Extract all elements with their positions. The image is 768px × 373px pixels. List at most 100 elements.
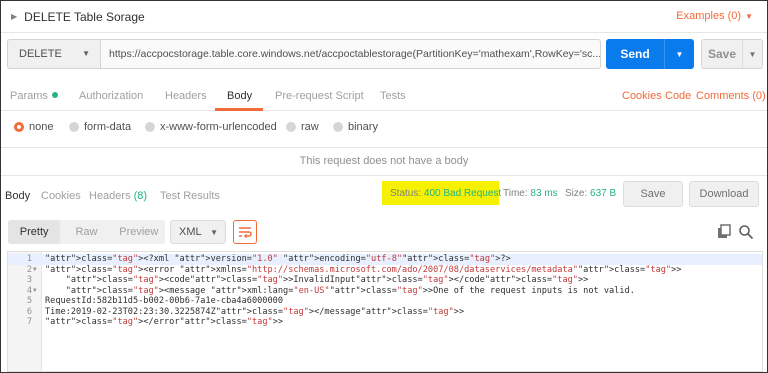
send-label: Send <box>620 47 650 61</box>
code-line: 4 ▼ "attr">class="tag"><message "attr">xm… <box>8 286 762 297</box>
tab-params[interactable]: Params <box>10 90 58 102</box>
code-text: RequestId:582b11d5-b002-00b6-7a1e-cba4a6… <box>45 296 283 306</box>
line-number: 6 <box>26 306 32 317</box>
tab-headers[interactable]: Headers <box>165 90 207 102</box>
radio-unselected-icon <box>286 122 296 132</box>
code-line: 2 ▼ "attr">class="tag"><error "attr">xmlns… <box>8 265 762 276</box>
code-line: 3 "attr">class="tag"><code"attr">class="… <box>8 275 762 286</box>
method-select[interactable]: DELETE ▼ <box>7 39 101 69</box>
response-tab-cookies[interactable]: Cookies <box>41 190 81 202</box>
radio-form-data[interactable]: form-data <box>69 121 131 133</box>
postman-window: ▶ DELETE Table Sorage Examples (0) ▼ DELE… <box>0 0 768 373</box>
code-link[interactable]: Code <box>665 90 691 102</box>
time-label: Time: <box>503 188 528 199</box>
divider <box>1 175 767 176</box>
wrap-lines-button[interactable] <box>233 220 257 244</box>
chevron-down-icon: ▼ <box>745 12 753 21</box>
download-button[interactable]: Download <box>689 181 759 207</box>
radio-urlencoded[interactable]: x-www-form-urlencoded <box>145 121 277 133</box>
view-preview[interactable]: Preview <box>113 220 165 244</box>
tab-prerequest-script[interactable]: Pre-request Script <box>275 90 364 102</box>
fold-toggle-icon[interactable]: ▼ <box>33 265 37 276</box>
chevron-down-icon: ▼ <box>82 49 90 58</box>
code-line: 5 RequestId:582b11d5-b002-00b6-7a1e-cba4a… <box>8 296 762 307</box>
response-tab-headers-label: Headers <box>89 190 131 202</box>
size-value: 637 B <box>590 188 617 199</box>
format-select[interactable]: XML ▼ <box>170 220 226 244</box>
search-icon[interactable] <box>738 224 754 240</box>
response-tab-test-results[interactable]: Test Results <box>160 190 220 202</box>
send-button[interactable]: Send ▼ <box>606 39 694 69</box>
radio-unselected-icon <box>333 122 343 132</box>
radio-form-data-label: form-data <box>84 121 132 133</box>
divider <box>1 147 767 148</box>
code-text: "attr">class="tag"><error "attr">xmlns="… <box>45 264 682 275</box>
response-toolbar: Pretty Raw Preview XML ▼ <box>1 217 767 245</box>
radio-raw-label: raw <box>301 121 319 133</box>
tab-authorization[interactable]: Authorization <box>79 90 143 102</box>
radio-unselected-icon <box>69 122 79 132</box>
save-request-button[interactable]: Save ▼ <box>701 39 763 69</box>
format-value: XML <box>179 226 202 238</box>
comments-link[interactable]: Comments (0) <box>696 90 766 102</box>
examples-dropdown[interactable]: Examples (0) ▼ <box>676 10 753 22</box>
view-mode-segmented-control: Pretty Raw Preview <box>8 220 165 244</box>
radio-binary[interactable]: binary <box>333 121 378 133</box>
radio-none-label: none <box>29 121 54 133</box>
copy-icon[interactable] <box>716 224 732 240</box>
save-options-chevron-icon[interactable]: ▼ <box>743 50 762 59</box>
body-type-radio-group: none form-data x-www-form-urlencoded raw… <box>1 115 767 139</box>
line-number: 1 <box>26 254 32 264</box>
radio-unselected-icon <box>145 122 155 132</box>
view-pretty[interactable]: Pretty <box>8 220 61 244</box>
params-indicator-dot <box>51 92 58 98</box>
code-text: "attr">class="tag"><?xml "attr">version=… <box>45 254 511 264</box>
fold-toggle-icon[interactable]: ▼ <box>33 286 37 297</box>
chevron-down-icon: ▼ <box>210 228 218 237</box>
view-raw[interactable]: Raw <box>60 220 112 244</box>
code-text: "attr">class="tag"></error"attr">class="… <box>45 317 284 327</box>
radio-selected-icon <box>14 122 24 132</box>
size-label: Size: <box>565 188 588 199</box>
tab-params-label: Params <box>10 90 48 102</box>
code-line: 7 "attr">class="tag"></error"attr">class=… <box>8 317 762 328</box>
status-label: Status: <box>390 188 422 199</box>
url-input[interactable]: https://accpocstorage.table.core.windows… <box>101 39 601 69</box>
code-lines: 1 "attr">class="tag"><?xml "attr">version… <box>8 254 762 328</box>
request-title[interactable]: DELETE Table Sorage <box>24 10 145 24</box>
cookies-link[interactable]: Cookies <box>622 90 662 102</box>
time-readout: Time: 83 ms <box>503 188 558 199</box>
radio-raw[interactable]: raw <box>286 121 319 133</box>
code-text: "attr">class="tag"><code"attr">class="ta… <box>65 275 589 285</box>
tab-tests[interactable]: Tests <box>380 90 406 102</box>
headers-count: (8) <box>133 190 148 202</box>
line-number: 4 <box>26 285 32 296</box>
no-body-message: This request does not have a body <box>299 155 469 167</box>
response-body-editor[interactable]: 1 "attr">class="tag"><?xml "attr">version… <box>7 251 763 372</box>
save-response-button[interactable]: Save <box>623 181 683 207</box>
code-line: 6 Time:2019-02-23T02:23:30.3225874Z"attr"… <box>8 307 762 318</box>
status-readout: Status: 400 Bad Request <box>390 188 501 199</box>
response-tab-headers[interactable]: Headers (8) <box>89 190 147 202</box>
time-value: 83 ms <box>530 188 558 199</box>
send-options-chevron-icon[interactable]: ▼ <box>665 50 694 59</box>
code-line: 1 "attr">class="tag"><?xml "attr">version… <box>8 254 762 265</box>
tab-body[interactable]: Body <box>227 90 252 102</box>
code-text: Time:2019-02-23T02:23:30.3225874Z"attr">… <box>45 306 465 317</box>
request-title-bar: ▶ DELETE Table Sorage Examples (0) ▼ <box>1 1 767 33</box>
caret-right-icon[interactable]: ▶ <box>11 12 17 21</box>
size-readout: Size: 637 B <box>565 188 616 199</box>
radio-urlencoded-label: x-www-form-urlencoded <box>160 121 277 133</box>
radio-none[interactable]: none <box>14 121 53 133</box>
wrap-lines-icon <box>239 227 252 238</box>
line-number: 2 <box>26 264 32 275</box>
line-number: 3 <box>26 275 32 285</box>
status-value: 400 Bad Request <box>423 188 502 199</box>
active-tab-underline <box>215 108 263 111</box>
method-value: DELETE <box>19 48 62 60</box>
line-number: 5 <box>26 296 32 306</box>
code-text: "attr">class="tag"><message "attr">xml:l… <box>65 285 635 296</box>
response-bar: Body Cookies Headers (8) Test Results St… <box>1 179 767 211</box>
url-row: DELETE ▼ https://accpocstorage.table.cor… <box>7 39 763 69</box>
response-tab-body[interactable]: Body <box>5 190 30 202</box>
